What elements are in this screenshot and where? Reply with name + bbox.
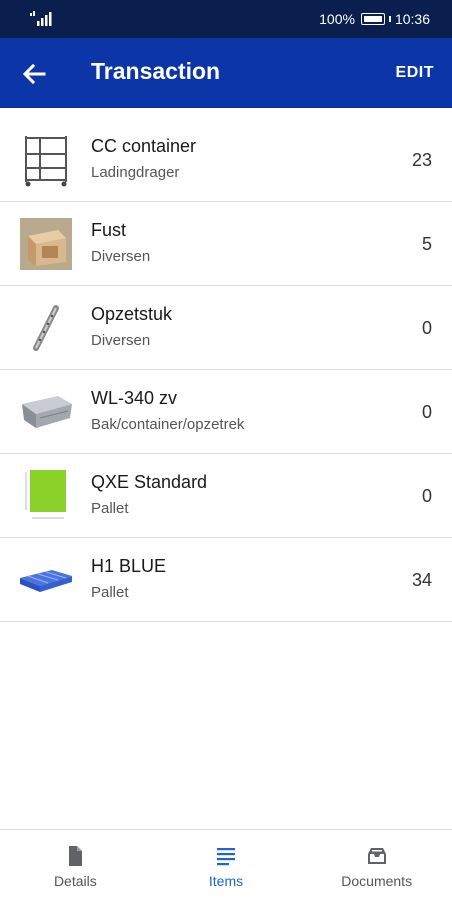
tab-details-label: Details xyxy=(53,873,97,889)
item-quantity: 0 xyxy=(421,318,432,338)
item-quantity: 23 xyxy=(411,150,432,170)
list-item[interactable]: CC container Ladingdrager 23 xyxy=(0,118,452,202)
tab-items-label: Items xyxy=(208,873,244,889)
status-bar: 100% 10:36 xyxy=(0,0,452,38)
list-item[interactable]: QXE Standard Pallet 0 xyxy=(0,454,452,538)
tab-documents[interactable]: Documents xyxy=(301,830,452,900)
app-bar: Transaction EDIT xyxy=(0,38,452,108)
item-name: H1 BLUE xyxy=(91,556,167,576)
item-quantity: 5 xyxy=(421,234,432,254)
document-icon xyxy=(69,846,83,866)
list-item[interactable]: WL-340 zv Bak/container/opzetrek 0 xyxy=(0,370,452,454)
item-quantity: 0 xyxy=(421,402,432,422)
item-name: Opzetstuk xyxy=(91,304,173,324)
status-right: 100% 10:36 xyxy=(319,11,430,27)
list-item[interactable]: Fust Diversen 5 xyxy=(0,202,452,286)
list-item[interactable]: H1 BLUE Pallet 34 xyxy=(0,538,452,622)
tab-details[interactable]: Details xyxy=(0,830,151,900)
item-category: Pallet xyxy=(91,500,129,517)
signal-icon xyxy=(30,11,52,26)
item-quantity: 34 xyxy=(411,570,432,590)
item-category: Pallet xyxy=(91,584,129,601)
bottom-navigation: Details Items Documents xyxy=(0,829,452,900)
grey-bin-thumbnail xyxy=(22,396,72,428)
item-name: Fust xyxy=(91,220,127,240)
tab-documents-label: Documents xyxy=(341,873,413,889)
battery-icon xyxy=(360,13,385,25)
crate-thumbnail xyxy=(20,218,72,270)
item-quantity: 0 xyxy=(421,486,432,506)
tab-items[interactable]: Items xyxy=(151,830,302,900)
item-list: CC container Ladingdrager 23 Fust Divers… xyxy=(0,118,452,622)
item-category: Ladingdrager xyxy=(91,164,180,181)
item-category: Bak/container/opzetrek xyxy=(91,416,245,433)
cc-container-thumbnail xyxy=(25,136,67,187)
clock: 10:36 xyxy=(394,11,430,27)
item-name: QXE Standard xyxy=(91,472,208,492)
inbox-tray-icon xyxy=(367,848,386,864)
battery-tip xyxy=(388,16,391,22)
arrow-left-icon[interactable] xyxy=(20,60,48,88)
item-name: CC container xyxy=(91,136,197,156)
item-category: Diversen xyxy=(91,248,151,265)
item-category: Diversen xyxy=(91,332,151,349)
page-title: Transaction xyxy=(91,58,221,84)
item-name: WL-340 zv xyxy=(91,388,178,408)
green-pallet-thumbnail xyxy=(25,470,66,519)
list-icon xyxy=(217,848,235,866)
battery-percent: 100% xyxy=(319,11,355,27)
blue-pallet-thumbnail xyxy=(20,570,72,592)
shelf-rail-thumbnail xyxy=(33,305,59,351)
list-item[interactable]: Opzetstuk Diversen 0 xyxy=(0,286,452,370)
edit-button[interactable]: EDIT xyxy=(396,64,434,82)
